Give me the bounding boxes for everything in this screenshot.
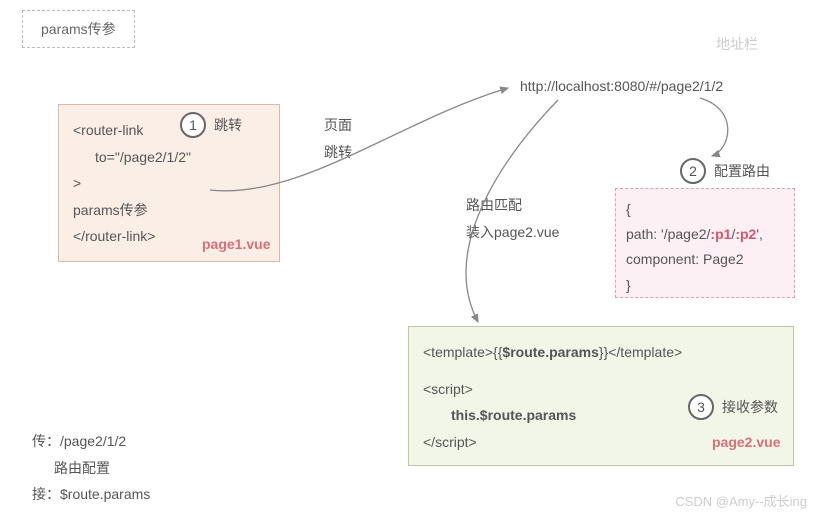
code-line: > bbox=[73, 170, 265, 197]
page1-file-label: page1.vue bbox=[202, 236, 270, 252]
summary-line: 路由配置 bbox=[32, 455, 150, 482]
watermark: CSDN @Amy--成长ing bbox=[675, 491, 807, 510]
code-line: <template>{{$route.params}}</template> bbox=[423, 339, 779, 366]
code-line: { bbox=[626, 197, 784, 222]
url-text: http://localhost:8080/#/page2/1/2 bbox=[520, 78, 723, 94]
step-2-label: 配置路由 bbox=[714, 161, 770, 181]
code-line: } bbox=[626, 273, 784, 298]
code-line: params传参 bbox=[73, 197, 265, 224]
title-box: params传参 bbox=[22, 10, 135, 48]
page2-file-label: page2.vue bbox=[712, 434, 780, 450]
route-config-box: { path: '/page2/:p1/:p2', component: Pag… bbox=[615, 188, 795, 298]
address-bar-label: 地址栏 bbox=[716, 34, 758, 54]
mid-jump-label: 页面 跳转 bbox=[324, 112, 352, 165]
title-text: params传参 bbox=[41, 21, 116, 37]
summary-block: 传：/page2/1/2 路由配置 接：$route.params bbox=[32, 428, 150, 508]
code-line: path: '/page2/:p1/:p2', bbox=[626, 222, 784, 247]
summary-line: 接：$route.params bbox=[32, 481, 150, 508]
summary-line: 传：/page2/1/2 bbox=[32, 428, 150, 455]
step-2: 2 配置路由 bbox=[680, 158, 770, 184]
code-line: to="/page2/1/2" bbox=[73, 144, 265, 171]
step-2-number: 2 bbox=[680, 158, 706, 184]
step-3-label: 接收参数 bbox=[722, 397, 778, 417]
step-1-label: 跳转 bbox=[214, 115, 242, 135]
step-3: 3 接收参数 bbox=[688, 394, 778, 420]
step-1-number: 1 bbox=[180, 112, 206, 138]
step-3-number: 3 bbox=[688, 394, 714, 420]
code-line: component: Page2 bbox=[626, 247, 784, 272]
step-1: 1 跳转 bbox=[180, 112, 242, 138]
mid-route-match-label: 路由匹配 装入page2.vue bbox=[466, 192, 559, 245]
